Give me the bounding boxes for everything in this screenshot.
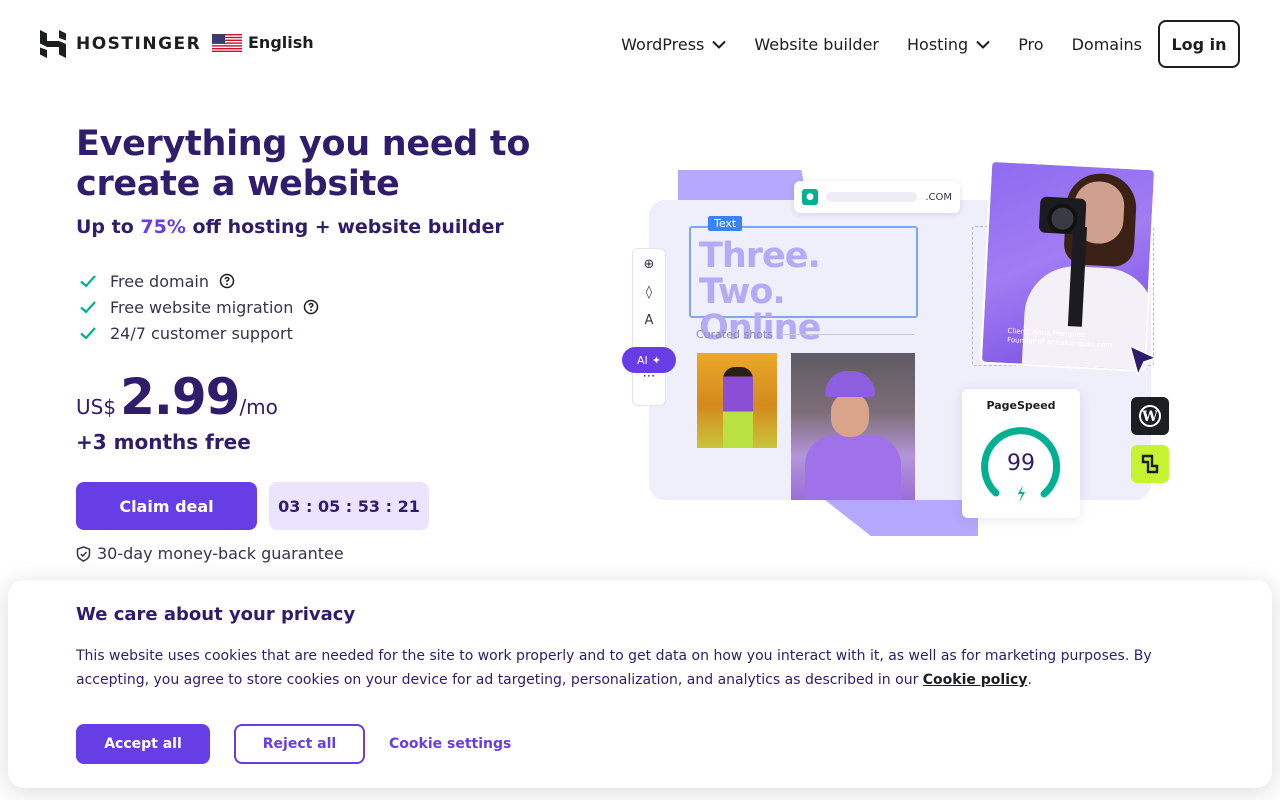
claim-deal-button[interactable]: Claim deal: [76, 482, 257, 530]
wordpress-icon: W: [1131, 397, 1169, 435]
us-flag-icon: [212, 33, 242, 52]
pagespeed-score: 99: [1007, 451, 1035, 476]
sparkle-icon: ✦: [651, 353, 661, 367]
brand-badge-icon: [1131, 445, 1169, 483]
svg-text:W: W: [1141, 409, 1158, 425]
check-icon: [80, 275, 96, 288]
builder-toolbar: ⊕ ◊ A ⋯: [632, 248, 666, 406]
guarantee-label: 30-day money-back guarantee: [97, 544, 344, 563]
brand-logo[interactable]: HOSTINGER: [40, 30, 201, 58]
price: US$ 2.99 /mo: [76, 368, 278, 426]
chevron-down-icon: [976, 40, 990, 49]
feature-item: 24/7 customer support: [78, 320, 319, 346]
domain-tld: .COM: [925, 191, 952, 203]
portrait-photo: [791, 353, 915, 500]
login-button[interactable]: Log in: [1158, 20, 1240, 68]
cookie-policy-link[interactable]: Cookie policy: [923, 672, 1028, 688]
nav-item-website-builder[interactable]: Website builder: [754, 35, 879, 54]
cursor-icon: [1128, 344, 1158, 378]
discount-highlight: 75%: [140, 216, 186, 238]
reject-all-button[interactable]: Reject all: [234, 724, 365, 764]
decorative-shape: [825, 500, 978, 536]
money-back-guarantee: 30-day money-back guarantee: [76, 544, 344, 563]
feature-label: Free domain: [110, 271, 209, 291]
subtitle-prefix: Up to: [76, 216, 141, 238]
pagespeed-title: PageSpeed: [986, 399, 1056, 412]
hero-subtitle: Up to 75% off hosting + website builder: [76, 216, 504, 238]
feature-item: Free domain: [78, 268, 319, 294]
text-element-tag: Text: [708, 216, 743, 231]
nav-item-wordpress[interactable]: WordPress: [621, 34, 727, 54]
lock-icon: ●: [802, 189, 818, 205]
add-circle-icon: ⊕: [643, 256, 655, 272]
hero-title: Everything you need to create a website: [76, 124, 531, 204]
hostinger-logo-icon: [40, 30, 66, 58]
cookie-settings-button[interactable]: Cookie settings: [389, 724, 511, 764]
site-header: HOSTINGER English WordPress Website buil…: [0, 0, 1280, 88]
domain-bar: ● .COM: [794, 181, 960, 213]
feature-item: Free website migration: [78, 294, 319, 320]
cookie-consent-banner: We care about your privacy This website …: [8, 580, 1272, 788]
pagespeed-card: PageSpeed 99: [962, 389, 1080, 518]
nav-item-label: WordPress: [621, 34, 705, 54]
layers-icon: ◊: [645, 284, 653, 300]
nav-item-label: Domains: [1071, 34, 1142, 54]
curated-label: Curated shots: [696, 328, 773, 341]
feature-list: Free domain Free website migration 24/7 …: [78, 268, 319, 346]
accept-all-button[interactable]: Accept all: [76, 724, 210, 764]
ai-assistant-pill: AI ✦: [622, 347, 676, 373]
language-selector[interactable]: English: [212, 33, 314, 52]
nav-item-hosting[interactable]: Hosting: [907, 35, 990, 54]
price-currency: US$: [76, 395, 117, 419]
price-amount: 2.99: [120, 368, 240, 426]
url-placeholder: [826, 192, 918, 202]
text-element-box: Three. Two. Online: [689, 226, 918, 346]
nav-item-domains[interactable]: Domains: [1072, 35, 1142, 54]
cookie-text-end: .: [1027, 672, 1032, 688]
ai-label: AI: [637, 353, 648, 367]
chevron-down-icon: [712, 40, 727, 49]
language-label: English: [248, 33, 314, 52]
feature-label: 24/7 customer support: [110, 323, 293, 343]
check-icon: [80, 301, 96, 314]
check-icon: [80, 327, 96, 340]
photographer-photo: Client: Anna Franquez Founder of annafra…: [979, 159, 1157, 373]
hero-illustration: ● .COM Three. Two. Online Text Curated s…: [620, 159, 1180, 540]
nav-item-pro[interactable]: Pro: [1018, 35, 1043, 54]
text-style-icon: A: [644, 312, 654, 328]
feature-label: Free website migration: [110, 297, 294, 317]
help-circle-icon[interactable]: [303, 299, 319, 315]
countdown-timer: 03 : 05 : 53 : 21: [269, 482, 429, 530]
nav-item-label: Website builder: [754, 34, 880, 54]
divider: [780, 334, 914, 335]
main-nav: WordPress Website builder Hosting Pro Do…: [621, 20, 1240, 68]
help-circle-icon[interactable]: [219, 273, 235, 289]
cookie-title: We care about your privacy: [76, 604, 356, 625]
nav-item-label: Hosting: [907, 34, 969, 54]
cookie-description: This website uses cookies that are neede…: [76, 644, 1186, 692]
shield-check-icon: [76, 545, 91, 562]
price-period: /mo: [239, 395, 278, 419]
nav-item-label: Pro: [1018, 34, 1044, 54]
fashion-photo: [697, 353, 777, 448]
brand-name: HOSTINGER: [76, 34, 202, 54]
subtitle-suffix: off hosting + website builder: [185, 216, 504, 238]
curated-shots-label: Curated shots: [696, 328, 914, 341]
bonus-text: +3 months free: [76, 430, 251, 454]
